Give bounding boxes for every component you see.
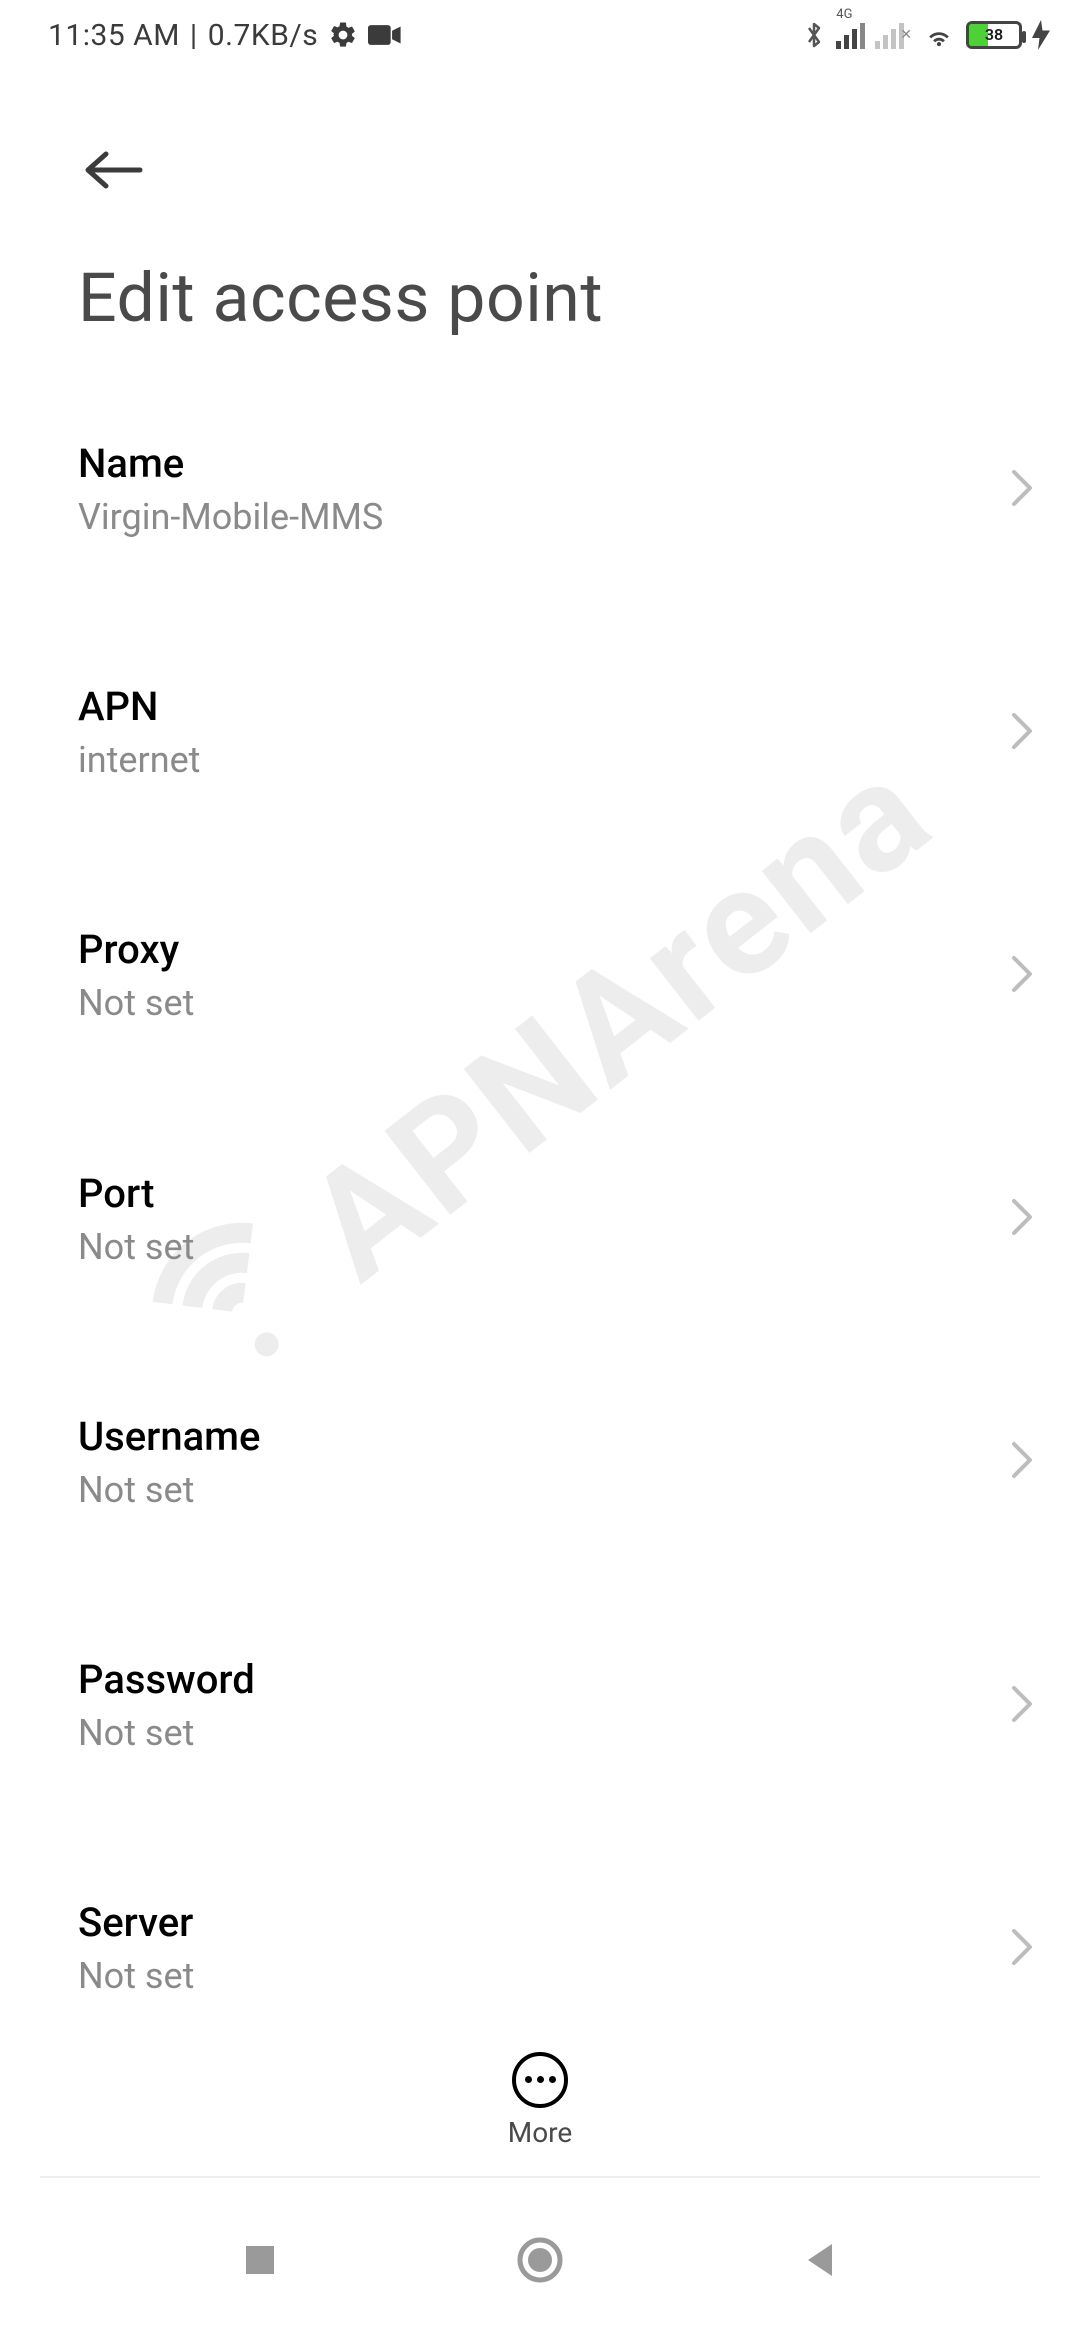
- row-label: Proxy: [78, 926, 984, 974]
- signal-4g-label: 4G: [836, 7, 852, 22]
- row-value: Not set: [78, 1469, 984, 1512]
- row-value: Not set: [78, 982, 984, 1025]
- row-username[interactable]: Username Not set: [0, 1373, 1080, 1552]
- gear-icon: [328, 20, 358, 50]
- chevron-right-icon: [1010, 1440, 1036, 1484]
- chevron-right-icon: [1010, 1684, 1036, 1728]
- square-icon: [242, 2242, 278, 2278]
- camera-icon: [368, 23, 402, 47]
- back-button[interactable]: [74, 130, 154, 210]
- more-label: More: [508, 2116, 573, 2149]
- row-value: Not set: [78, 1955, 984, 1998]
- chevron-right-icon: [1010, 468, 1036, 512]
- triangle-left-icon: [802, 2240, 838, 2280]
- row-server[interactable]: Server Not set: [0, 1859, 1080, 2030]
- page-title: Edit access point: [78, 258, 603, 338]
- row-label: Password: [78, 1656, 984, 1704]
- circle-icon: [516, 2236, 564, 2284]
- status-net-speed: 0.7KB/s: [208, 18, 319, 53]
- row-value: Not set: [78, 1226, 984, 1269]
- status-right: 4G ✕ 38: [802, 19, 1050, 51]
- navigation-bar: [0, 2180, 1080, 2340]
- row-label: Server: [78, 1899, 984, 1947]
- more-button[interactable]: More: [0, 2030, 1080, 2170]
- bluetooth-icon: [802, 19, 826, 51]
- status-left: 11:35 AM | 0.7KB/s: [48, 18, 402, 53]
- wifi-status-icon: [922, 21, 956, 49]
- row-value: Not set: [78, 1712, 984, 1755]
- signal-1-icon: 4G: [836, 21, 865, 49]
- status-time: 11:35 AM: [48, 18, 180, 53]
- status-bar: 11:35 AM | 0.7KB/s 4G ✕ 38: [0, 0, 1080, 70]
- settings-list: Name Virgin-Mobile-MMS APN internet Prox…: [0, 400, 1080, 2030]
- chevron-right-icon: [1010, 711, 1036, 755]
- row-port[interactable]: Port Not set: [0, 1130, 1080, 1309]
- row-value: internet: [78, 739, 984, 782]
- row-name[interactable]: Name Virgin-Mobile-MMS: [0, 400, 1080, 579]
- row-label: APN: [78, 683, 984, 731]
- nav-separator: [40, 2176, 1040, 2178]
- chevron-right-icon: [1010, 1927, 1036, 1971]
- row-label: Port: [78, 1170, 984, 1218]
- row-label: Name: [78, 440, 984, 488]
- arrow-left-icon: [82, 148, 146, 192]
- row-value: Virgin-Mobile-MMS: [78, 496, 984, 539]
- battery-icon: 38: [966, 21, 1022, 49]
- charging-icon: [1032, 20, 1050, 50]
- status-sep: |: [190, 18, 198, 53]
- row-proxy[interactable]: Proxy Not set: [0, 886, 1080, 1065]
- signal-2-icon: ✕: [875, 21, 912, 49]
- nav-back-button[interactable]: [780, 2220, 860, 2300]
- row-password[interactable]: Password Not set: [0, 1616, 1080, 1795]
- nav-recent-button[interactable]: [220, 2220, 300, 2300]
- chevron-right-icon: [1010, 1197, 1036, 1241]
- row-apn[interactable]: APN internet: [0, 643, 1080, 822]
- row-label: Username: [78, 1413, 984, 1461]
- chevron-right-icon: [1010, 954, 1036, 998]
- more-icon: [512, 2052, 568, 2108]
- nav-home-button[interactable]: [500, 2220, 580, 2300]
